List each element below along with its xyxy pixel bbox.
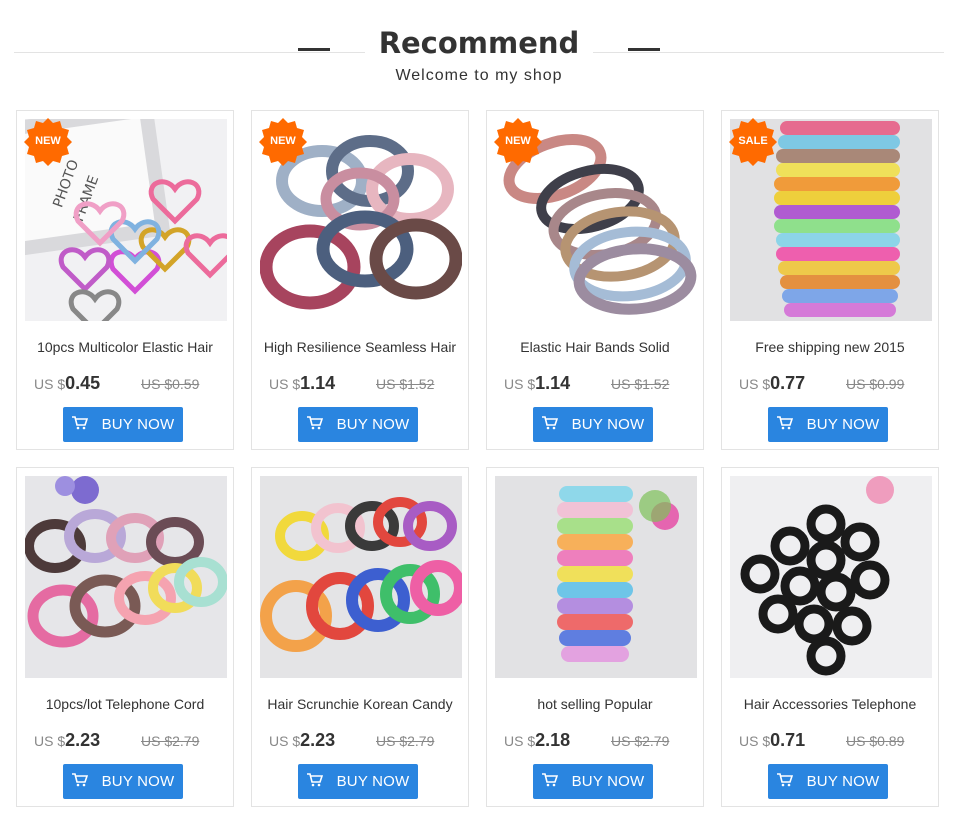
original-price: US $2.79 xyxy=(141,733,200,749)
buy-now-label: BUY NOW xyxy=(571,773,645,790)
product-image[interactable] xyxy=(730,476,932,678)
original-price: US $1.52 xyxy=(611,376,670,392)
sale-badge: SALE xyxy=(728,117,778,167)
sale-price: US $0.45 xyxy=(34,373,100,394)
sale-price: US $2.23 xyxy=(34,730,100,751)
original-price: US $1.52 xyxy=(376,376,435,392)
currency-label: US $ xyxy=(504,733,536,749)
product-title[interactable]: Hair Accessories Telephone xyxy=(730,694,930,713)
buy-now-label: BUY NOW xyxy=(101,773,175,790)
product-card[interactable]: PHOTO FRAME NEW 10pcs Multicolor Elastic… xyxy=(16,110,234,450)
new-badge: NEW xyxy=(258,117,308,167)
product-title[interactable]: Free shipping new 2015 xyxy=(730,337,930,356)
currency-label: US $ xyxy=(504,376,536,392)
sale-price: US $1.14 xyxy=(269,373,335,394)
price-value: 2.18 xyxy=(535,730,571,750)
shopping-cart-icon xyxy=(306,415,323,434)
price-row: US $0.77 US $0.99 xyxy=(722,373,938,397)
badge-label: NEW xyxy=(505,135,531,147)
new-badge: NEW xyxy=(23,117,73,167)
section-title: Recommend xyxy=(0,26,958,60)
product-card[interactable]: Hair Accessories Telephone US $0.71 US $… xyxy=(721,467,939,807)
product-card[interactable]: hot selling Popular US $2.18 US $2.79 BU… xyxy=(486,467,704,807)
price-value: 2.23 xyxy=(300,730,336,750)
sale-price: US $2.18 xyxy=(504,730,570,751)
section-header: Recommend Welcome to my shop xyxy=(0,0,958,100)
shopping-cart-icon xyxy=(776,415,793,434)
shopping-cart-icon xyxy=(541,415,558,434)
price-value: 1.14 xyxy=(535,373,571,393)
product-title[interactable]: 10pcs/lot Telephone Cord xyxy=(25,694,225,713)
product-title[interactable]: High Resilience Seamless Hair xyxy=(260,337,460,356)
original-price: US $0.89 xyxy=(846,733,905,749)
product-title[interactable]: Elastic Hair Bands Solid xyxy=(495,337,695,356)
sale-price: US $0.71 xyxy=(739,730,805,751)
price-value: 0.77 xyxy=(770,373,806,393)
currency-label: US $ xyxy=(739,733,771,749)
price-value: 1.14 xyxy=(300,373,336,393)
price-row: US $2.23 US $2.79 xyxy=(252,730,468,754)
shopping-cart-icon xyxy=(71,415,88,434)
sale-price: US $1.14 xyxy=(504,373,570,394)
buy-now-label: BUY NOW xyxy=(101,416,175,433)
shopping-cart-icon xyxy=(541,772,558,791)
product-image[interactable] xyxy=(25,476,227,678)
price-row: US $1.14 US $1.52 xyxy=(252,373,468,397)
price-value: 2.23 xyxy=(65,730,101,750)
currency-label: US $ xyxy=(739,376,771,392)
original-price: US $2.79 xyxy=(611,733,670,749)
currency-label: US $ xyxy=(34,376,66,392)
price-row: US $0.71 US $0.89 xyxy=(722,730,938,754)
product-card[interactable]: NEW Elastic Hair Bands Solid US $1.14 US… xyxy=(486,110,704,450)
buy-now-label: BUY NOW xyxy=(571,416,645,433)
currency-label: US $ xyxy=(269,733,301,749)
sale-price: US $0.77 xyxy=(739,373,805,394)
original-price: US $2.79 xyxy=(376,733,435,749)
product-title[interactable]: Hair Scrunchie Korean Candy xyxy=(260,694,460,713)
buy-now-label: BUY NOW xyxy=(336,416,410,433)
product-image[interactable] xyxy=(260,476,462,678)
price-row: US $2.23 US $2.79 xyxy=(17,730,233,754)
shopping-cart-icon xyxy=(776,772,793,791)
price-row: US $0.45 US $0.59 xyxy=(17,373,233,397)
buy-now-button[interactable]: BUY NOW xyxy=(533,764,653,799)
price-row: US $2.18 US $2.79 xyxy=(487,730,703,754)
section-subtitle: Welcome to my shop xyxy=(395,67,563,84)
currency-label: US $ xyxy=(269,376,301,392)
original-price: US $0.99 xyxy=(846,376,905,392)
price-value: 0.71 xyxy=(770,730,806,750)
currency-label: US $ xyxy=(34,733,66,749)
badge-label: NEW xyxy=(270,135,296,147)
original-price: US $0.59 xyxy=(141,376,200,392)
product-card[interactable]: NEW High Resilience Seamless Hair US $1.… xyxy=(251,110,469,450)
buy-now-button[interactable]: BUY NOW xyxy=(298,407,418,442)
product-title[interactable]: hot selling Popular xyxy=(495,694,695,713)
buy-now-button[interactable]: BUY NOW xyxy=(768,407,888,442)
buy-now-button[interactable]: BUY NOW xyxy=(768,764,888,799)
badge-label: NEW xyxy=(35,135,61,147)
new-badge: NEW xyxy=(493,117,543,167)
product-card[interactable]: 10pcs/lot Telephone Cord US $2.23 US $2.… xyxy=(16,467,234,807)
shopping-cart-icon xyxy=(71,772,88,791)
product-title[interactable]: 10pcs Multicolor Elastic Hair xyxy=(25,337,225,356)
sale-price: US $2.23 xyxy=(269,730,335,751)
buy-now-button[interactable]: BUY NOW xyxy=(63,764,183,799)
price-value: 0.45 xyxy=(65,373,101,393)
shopping-cart-icon xyxy=(306,772,323,791)
price-row: US $1.14 US $1.52 xyxy=(487,373,703,397)
buy-now-label: BUY NOW xyxy=(336,773,410,790)
buy-now-button[interactable]: BUY NOW xyxy=(298,764,418,799)
buy-now-button[interactable]: BUY NOW xyxy=(63,407,183,442)
badge-label: SALE xyxy=(738,135,768,147)
product-card[interactable]: SALE Free shipping new 2015 US $0.77 US … xyxy=(721,110,939,450)
product-card[interactable]: Hair Scrunchie Korean Candy US $2.23 US … xyxy=(251,467,469,807)
buy-now-label: BUY NOW xyxy=(806,416,880,433)
product-image[interactable] xyxy=(495,476,697,678)
buy-now-button[interactable]: BUY NOW xyxy=(533,407,653,442)
buy-now-label: BUY NOW xyxy=(806,773,880,790)
